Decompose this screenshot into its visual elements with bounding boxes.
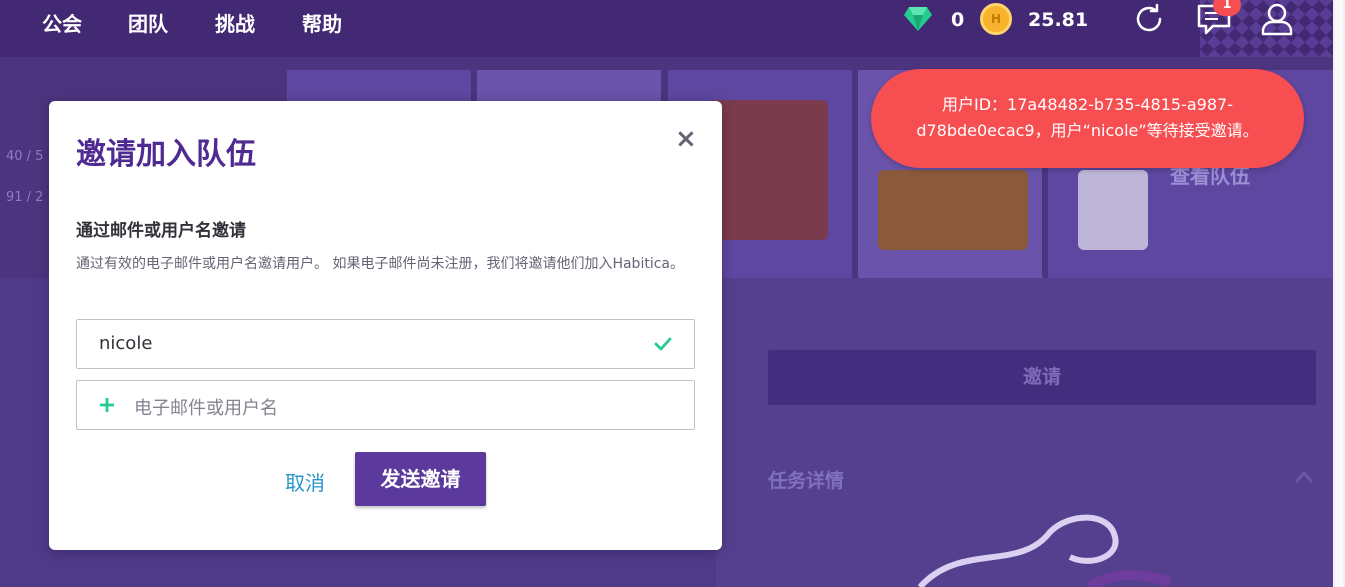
check-icon bbox=[654, 337, 672, 351]
nav-item-challenges[interactable]: 挑战 bbox=[215, 8, 255, 37]
modal-title: 邀请加入队伍 bbox=[76, 137, 256, 172]
invite-section-description: 通过有效的电子邮件或用户名邀请用户。 如果电子邮件尚未注册，我们将邀请他们加入H… bbox=[76, 256, 684, 272]
invite-party-modal: 邀请加入队伍 × 通过邮件或用户名邀请 通过有效的电子邮件或用户名邀请用户。 如… bbox=[49, 101, 722, 550]
notification-toast[interactable]: 用户ID：17a48482-b735-4815-a987-d78bde0ecac… bbox=[871, 69, 1304, 168]
nav-item-guilds[interactable]: 公会 bbox=[42, 8, 82, 37]
health-stat: 40 / 5 bbox=[6, 149, 44, 164]
user-icon[interactable] bbox=[1261, 2, 1293, 36]
send-invite-button[interactable]: 发送邀请 bbox=[355, 452, 486, 506]
gold-coin-icon: H bbox=[980, 3, 1012, 35]
quest-details-heading: 任务详情 bbox=[768, 470, 845, 492]
nav-item-help[interactable]: 帮助 bbox=[302, 8, 342, 37]
cancel-button[interactable]: 取消 bbox=[285, 467, 325, 496]
gem-count: 0 bbox=[951, 9, 965, 31]
ghost-sprite bbox=[1078, 170, 1148, 250]
top-navigation: 公会 团队 挑战 帮助 0 H 25.81 1 bbox=[0, 0, 1333, 57]
chevron-up-icon[interactable] bbox=[1294, 470, 1314, 484]
gem-icon bbox=[904, 7, 932, 31]
notification-badge: 1 bbox=[1213, 0, 1241, 16]
invite-section-heading: 通过邮件或用户名邀请 bbox=[76, 221, 246, 241]
gold-count: 25.81 bbox=[1028, 9, 1089, 31]
nav-item-party[interactable]: 团队 bbox=[128, 8, 168, 37]
close-icon[interactable]: × bbox=[675, 126, 697, 152]
invitee-field[interactable]: nicole bbox=[76, 319, 695, 369]
scrollbar-thumb[interactable] bbox=[1335, 0, 1343, 587]
invitee-value: nicole bbox=[99, 333, 153, 354]
add-invitee-field[interactable]: 电子邮件或用户名 bbox=[76, 380, 695, 430]
invitee-placeholder: 电子邮件或用户名 bbox=[134, 398, 278, 419]
pet-sprite bbox=[878, 170, 1028, 250]
experience-stat: 91 / 2 bbox=[6, 190, 44, 205]
quest-boss-art bbox=[917, 514, 1172, 587]
plus-icon bbox=[100, 398, 114, 412]
sync-icon[interactable] bbox=[1132, 2, 1166, 36]
avatar-sprite bbox=[708, 100, 828, 240]
invite-button[interactable]: 邀请 bbox=[768, 350, 1316, 405]
